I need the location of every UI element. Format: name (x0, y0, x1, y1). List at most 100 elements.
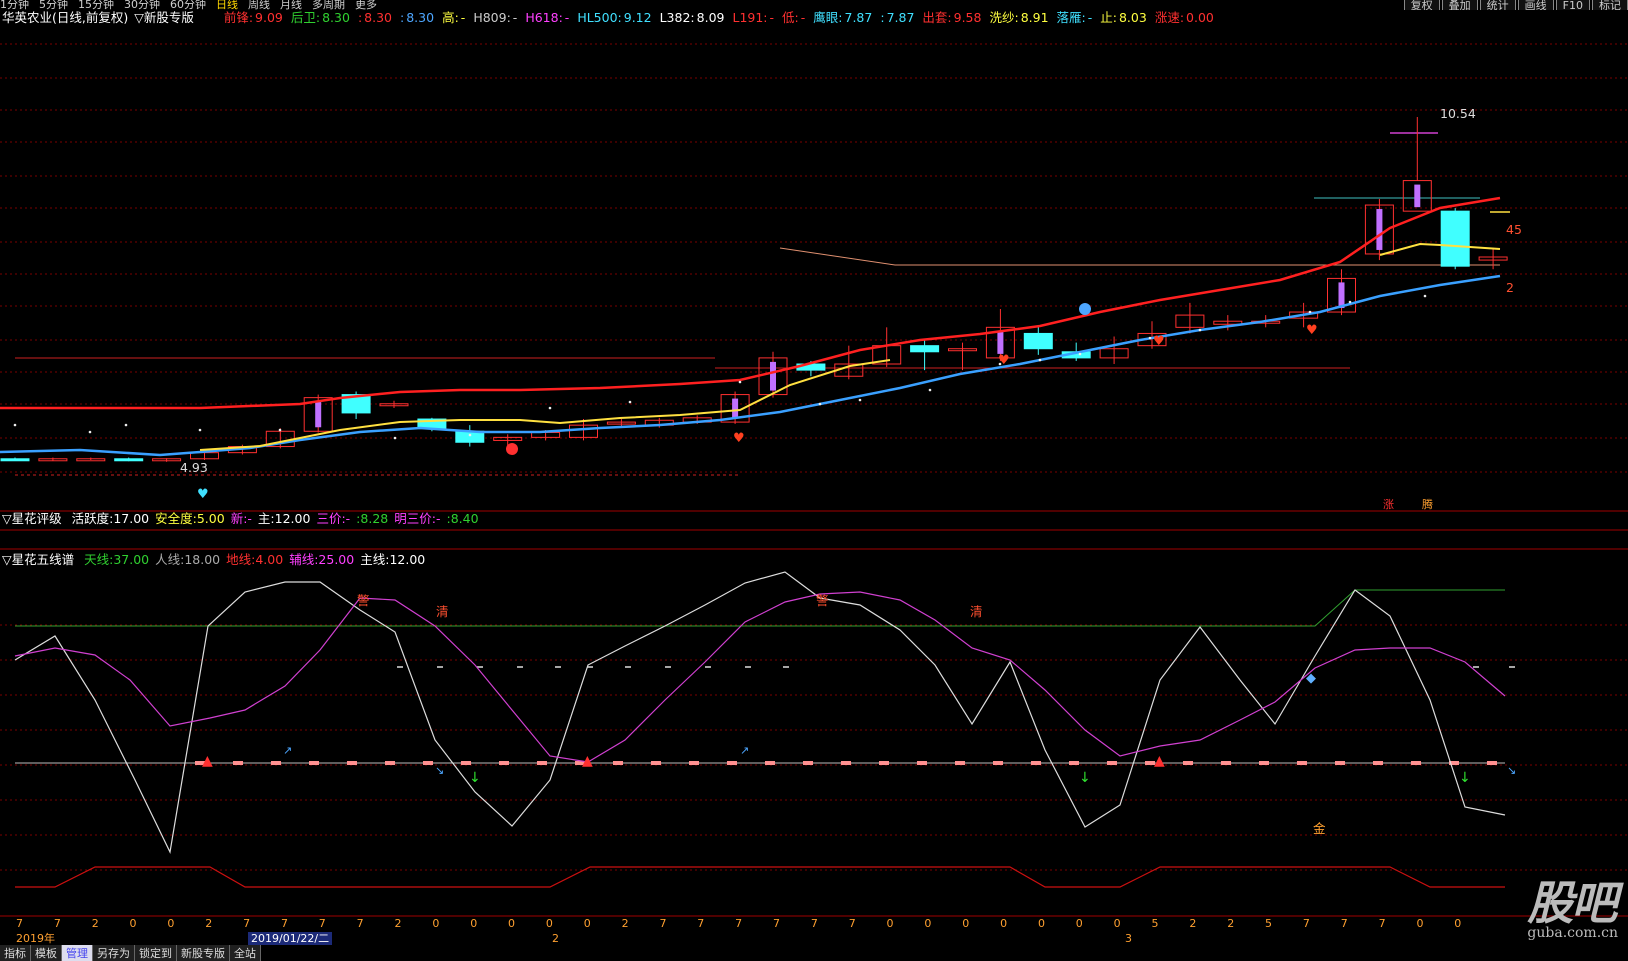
candle-inner-bar (997, 331, 1004, 354)
dash-marker (689, 761, 699, 765)
month-label-2: 2 (552, 932, 559, 945)
bottom-tab[interactable]: 锁定到 (135, 945, 177, 961)
x-axis-value: 0 (886, 917, 894, 930)
bottom-tab[interactable]: 管理 (62, 945, 93, 961)
cursor-date: 2019/01/22/二 (248, 932, 333, 945)
signal-qing-1: 清 (436, 604, 449, 619)
indicator-label: 三价: (316, 511, 346, 526)
x-axis-value: 2 (1227, 917, 1235, 930)
signal-jing-1: 警 (357, 593, 370, 608)
indicator-value: 12.00 (274, 511, 311, 526)
dot-marker (928, 388, 932, 392)
indicator-label: 活跃度: (71, 511, 114, 526)
bottom-tab[interactable]: 全站 (230, 945, 261, 961)
x-axis-value: 7 (1340, 917, 1348, 930)
teng-marker: 腾 (1422, 498, 1433, 511)
indicator-label: 地线: (226, 552, 256, 567)
x-axis-value: 0 (1454, 917, 1462, 930)
dash-marker (1221, 761, 1231, 765)
dot-marker (1078, 352, 1082, 356)
bottom-tab[interactable]: 模板 (31, 945, 62, 961)
bottom-tab[interactable]: 另存为 (93, 945, 135, 961)
dash-marker (727, 761, 737, 765)
x-axis-value: 7 (318, 917, 326, 930)
down-arrow-icon: ↓ (1459, 770, 1471, 786)
bottom-tab[interactable]: 新股专版 (177, 945, 230, 961)
dash-marker (347, 761, 357, 765)
dash-marker (1487, 761, 1497, 765)
right-bottom-label: 2 (1506, 280, 1514, 295)
x-axis-value: 7 (53, 917, 61, 930)
watermark-logo: 股吧 (1527, 876, 1617, 930)
ma-yellow-line (1379, 242, 1501, 256)
indicator-label: 主线: (360, 552, 390, 567)
signal-jing-2: 警 (816, 593, 829, 608)
dash-marker (309, 761, 319, 765)
dot-marker (628, 400, 632, 404)
indicator-label: 主: (257, 511, 275, 526)
status-bar: 2019年 2019/01/22/二 2 3 指标 模板 管理 另存为 锁定到 新股专版全… (0, 932, 1628, 961)
candle-inner-bar (770, 361, 776, 391)
butterfly-icon: ♥ (1153, 334, 1165, 349)
x-axis-value: 7 (243, 917, 251, 930)
down-arrow-icon: ↓ (1079, 770, 1091, 786)
ma-red-line (0, 196, 1501, 410)
x-axis-value: 2 (1189, 917, 1197, 930)
dash-marker (271, 761, 281, 765)
dash-marker (423, 761, 433, 765)
x-axis-value: 0 (1037, 917, 1045, 930)
main-chart[interactable]: ♥ ♥ ♥ ♥ ♥ ▲ ▲ ▲ ↓ ↓ ↓ ↗ ↗ ↘ ↘ ◆ (0, 0, 1628, 917)
ma-blue-line (0, 274, 1501, 457)
sky-line (15, 589, 1505, 627)
dash-marker (1259, 761, 1269, 765)
signal-qing-2: 清 (970, 604, 983, 619)
dot-marker (198, 428, 202, 432)
down-right-arrow-icon: ↘ (1507, 764, 1516, 777)
indicator2-title[interactable]: ▽星花五线谱 (2, 552, 74, 567)
dash-marker (1069, 761, 1079, 765)
dash-marker (385, 761, 395, 765)
dash-marker (461, 761, 471, 765)
ball-marker (506, 443, 518, 455)
dash-marker (955, 761, 965, 765)
down-right-arrow-icon: ↘ (435, 764, 444, 777)
candle-inner-bar (315, 401, 322, 428)
x-axis-values: 7 7 2 0 0 2 7 7 7 7 2 0 0 0 0 0 2 7 7 7 7 7 7 0 0 0 0 0 0 0 5 2 2 5 7 7 7 0 0 (0, 917, 1628, 931)
x-axis-value: 7 (848, 917, 856, 930)
dash-marker (1183, 761, 1193, 765)
dot-marker (738, 380, 742, 384)
dash-marker (1297, 761, 1307, 765)
candle-inner-bar (1414, 184, 1421, 208)
watermark-url: guba.com.cn (1527, 925, 1618, 941)
indicator-value: - (345, 511, 351, 526)
x-axis-value: 0 (508, 917, 516, 930)
dash-marker (1411, 761, 1421, 765)
signal-jin: 金 (1313, 821, 1326, 836)
x-axis-value: 0 (432, 917, 440, 930)
indicator-label: 辅线: (289, 552, 319, 567)
x-axis-value: 2 (394, 917, 402, 930)
butterfly-icon: ♥ (197, 487, 209, 502)
indicator-label: 明三价: (394, 511, 436, 526)
candle-inner-bar (1376, 209, 1383, 250)
indicator-label: 新: (230, 511, 248, 526)
year-label: 2019年 (16, 932, 55, 945)
up-arrow-icon: ▲ (582, 753, 593, 769)
dash-marker (765, 761, 775, 765)
indicator-label: 人线: (155, 552, 185, 567)
candle-body (1023, 332, 1053, 350)
x-axis-value: 2 (205, 917, 213, 930)
dash-marker (651, 761, 661, 765)
x-axis-value: 7 (1378, 917, 1386, 930)
indicator1-title[interactable]: ▽星花评级 (2, 511, 62, 526)
bottom-tab[interactable]: 指标 (0, 945, 31, 961)
indicator-value: - (435, 511, 441, 526)
reference-line (779, 247, 1500, 266)
x-axis-value: 7 (773, 917, 780, 930)
indicator-value: 25.00 (318, 552, 355, 567)
dot-marker (1308, 310, 1312, 314)
candle-inner-bar (1338, 282, 1345, 309)
indicator1-header: ▽星花评级 活跃度:17.00 安全度:5.00 新:- 主:12.00 三价:-:8.… (2, 511, 479, 527)
dash-marker (613, 761, 623, 765)
x-axis-value: 0 (545, 917, 553, 930)
